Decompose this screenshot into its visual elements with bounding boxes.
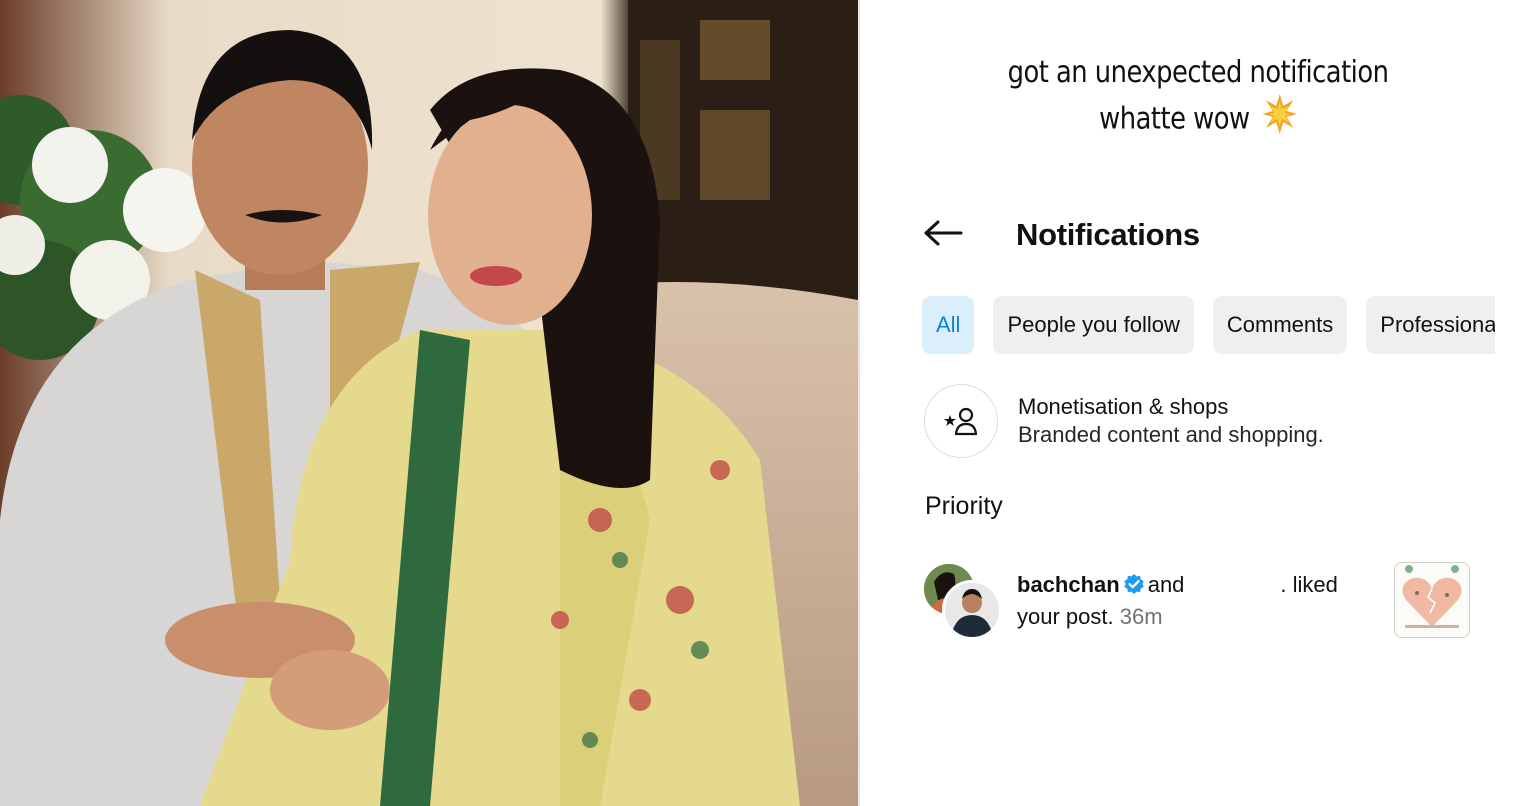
notification-line-2: your post. <box>1017 604 1114 629</box>
monetisation-text: Monetisation & shops Branded content and… <box>1018 393 1324 449</box>
story-caption: got an unexpected notification whatte wo… <box>907 52 1488 146</box>
page-title: Notifications <box>1016 217 1200 252</box>
arrow-left-icon <box>923 219 963 252</box>
avatar-stack[interactable] <box>924 562 1002 640</box>
post-thumbnail[interactable] <box>1394 562 1470 638</box>
avatar <box>942 580 1002 640</box>
filter-chip-professional[interactable]: Professional <box>1366 296 1495 354</box>
notifications-header: Notifications <box>922 210 1482 260</box>
notification-time: 36m <box>1119 604 1163 629</box>
monetisation-row[interactable]: Monetisation & shops Branded content and… <box>924 384 1524 458</box>
star-person-icon <box>924 384 998 458</box>
caption-line-1: got an unexpected notification <box>1007 55 1389 90</box>
monetisation-title: Monetisation & shops <box>1018 394 1229 419</box>
notification-action: . liked <box>1280 572 1338 597</box>
filter-chip-all[interactable]: All <box>922 296 975 354</box>
notification-item[interactable]: bachchan and . liked your post. 36m <box>924 562 1480 642</box>
filter-chip-comments[interactable]: Comments <box>1212 296 1348 354</box>
couple-photo <box>0 0 858 806</box>
notification-text: bachchan and . liked your post. 36m <box>1017 570 1377 632</box>
filter-chips: All People you follow Comments Professional <box>922 296 1495 354</box>
filter-chip-people-you-follow[interactable]: People you follow <box>993 296 1194 354</box>
notification-panel: got an unexpected notification whatte wo… <box>860 0 1536 806</box>
verified-badge-icon <box>1123 572 1144 602</box>
monetisation-subtitle: Branded content and shopping. <box>1018 422 1324 447</box>
back-button[interactable] <box>922 214 964 256</box>
notification-username[interactable]: bachchan <box>1017 572 1120 597</box>
section-title-priority: Priority <box>925 492 1003 520</box>
caption-line-2: whatte wow <box>907 94 1488 146</box>
caption-line-2-text: whatte wow <box>1099 101 1250 137</box>
collision-icon <box>1262 94 1297 146</box>
notification-connector: and <box>1147 572 1185 597</box>
